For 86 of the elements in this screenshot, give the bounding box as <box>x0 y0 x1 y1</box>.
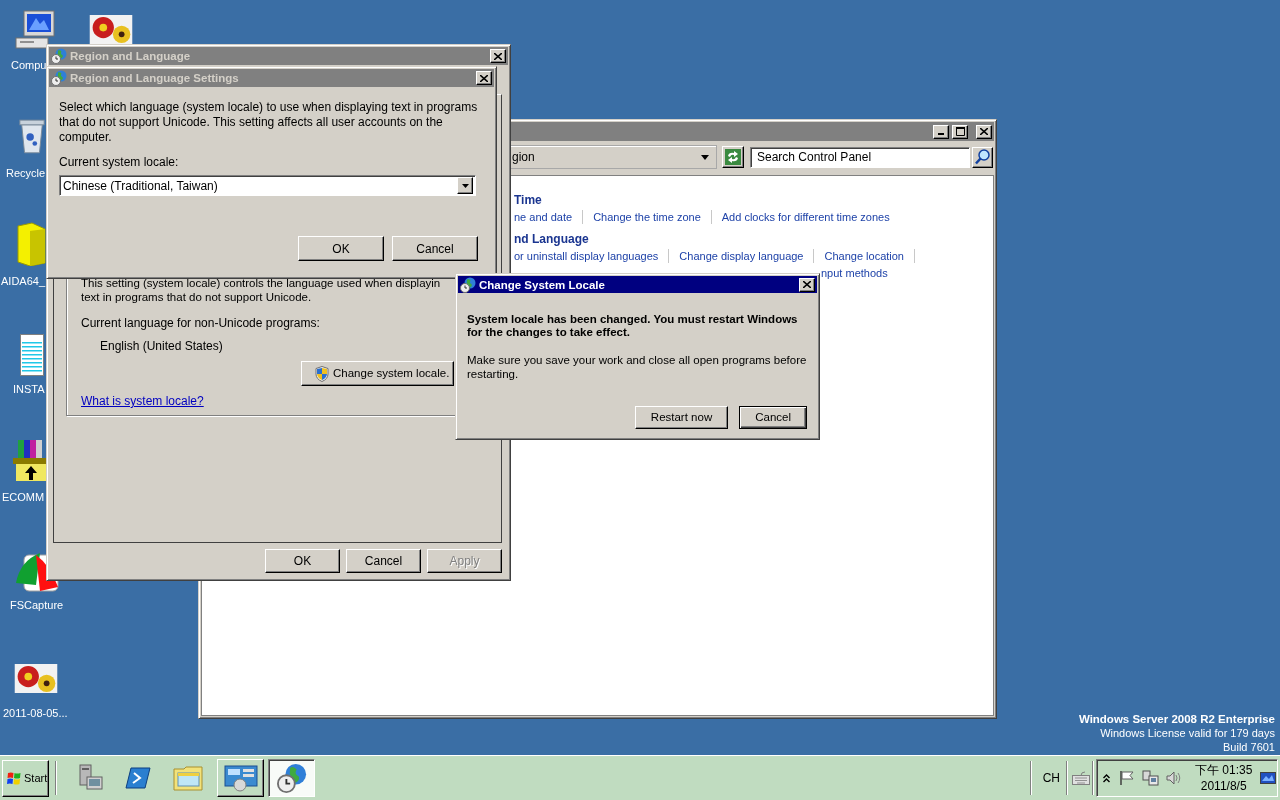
task-link[interactable]: or uninstall display languages <box>514 249 659 263</box>
close-button[interactable] <box>799 277 815 292</box>
close-button[interactable] <box>476 71 492 85</box>
description-text: This setting (system locale) controls the language used when displayin text in programs that do not support Unicode. <box>81 276 441 304</box>
globe-clock-icon <box>51 48 67 64</box>
computer-icon[interactable] <box>14 10 58 50</box>
flag-icon[interactable] <box>1119 770 1135 786</box>
refresh-icon <box>725 149 741 165</box>
task-link[interactable]: ne and date <box>514 210 573 224</box>
description-text: Select which language (system locale) to use when displaying text in programs that do not support Unicode. This setting affects all user accounts on the computer. <box>59 100 478 145</box>
refresh-button[interactable] <box>722 146 744 168</box>
network-icon[interactable] <box>1142 770 1159 786</box>
desktop-icon-label[interactable]: Compu <box>11 58 47 72</box>
task-link[interactable]: Change display language <box>679 249 804 263</box>
control-panel-icon <box>223 764 258 792</box>
taskbar-button[interactable] <box>268 759 315 797</box>
task-link[interactable]: Change location <box>824 249 904 263</box>
search-icon <box>974 149 991 165</box>
locale-dropdown[interactable]: Chinese (Traditional, Taiwan) <box>59 175 476 196</box>
minimize-button[interactable] <box>933 124 949 139</box>
help-link[interactable]: What is system locale? <box>81 394 204 409</box>
desktop-icon-label[interactable]: ECOMM <box>2 490 45 504</box>
license-text: Windows License valid for 179 days <box>1100 726 1275 740</box>
breadcrumb-link[interactable]: gion <box>512 149 535 165</box>
window-title: Change System Locale <box>479 277 605 292</box>
globe-clock-icon <box>460 276 476 293</box>
category-heading[interactable]: Time <box>514 193 542 208</box>
folder-icon[interactable] <box>16 222 46 266</box>
search-field[interactable]: Search Control Panel <box>750 146 970 168</box>
build-text: Build 7601 <box>1223 740 1275 754</box>
task-link[interactable]: Change the time zone <box>593 210 701 224</box>
clock-time: 下午 01:35 <box>1195 762 1253 778</box>
dialog-button[interactable]: Restart now <box>634 406 729 429</box>
chevron-up-icon[interactable] <box>1103 773 1110 783</box>
show-desktop-icon[interactable] <box>1260 770 1276 786</box>
field-value: English (United States) <box>100 339 223 354</box>
task-link[interactable]: nput methods <box>821 266 888 280</box>
field-label: Current language for non-Unicode programs: <box>81 316 320 331</box>
dialog-button[interactable]: OK <box>265 549 340 573</box>
dialog-button[interactable]: OK <box>298 236 384 261</box>
globe-clock-icon <box>276 763 307 793</box>
search-button[interactable] <box>972 146 993 168</box>
close-button[interactable] <box>976 124 992 139</box>
desktop-icon-label[interactable]: Recycle <box>6 166 46 180</box>
window-title: Region and Language Settings <box>70 71 239 85</box>
maximize-button[interactable] <box>952 124 968 139</box>
four-pane-flag-icon <box>7 771 21 785</box>
change-locale-button[interactable]: Change system locale. <box>301 361 454 386</box>
flower-image-icon[interactable] <box>89 15 133 44</box>
books-box-icon[interactable] <box>12 438 46 482</box>
maximize-icon <box>955 127 965 136</box>
message-text: System locale has been changed. You must restart Windows for the changes to take effect. <box>467 313 798 339</box>
desktop-icon-label[interactable]: FSCapture <box>10 598 64 612</box>
keyboard-icon[interactable] <box>1072 771 1090 785</box>
shield-icon <box>315 365 329 382</box>
dropdown-arrow-button[interactable] <box>457 177 473 194</box>
flower-image-icon[interactable] <box>14 664 58 693</box>
close-icon <box>980 128 988 135</box>
server-computer-icon[interactable] <box>77 764 103 792</box>
edition-text: Windows Server 2008 R2 Enterprise <box>1078 712 1275 726</box>
speaker-icon[interactable] <box>1166 770 1182 786</box>
terminal-icon[interactable] <box>125 767 151 789</box>
category-heading[interactable]: nd Language <box>514 232 589 247</box>
desktop-icon-label[interactable]: INSTA <box>13 382 45 396</box>
clock-date: 2011/8/5 <box>1200 778 1247 794</box>
minimize-icon <box>938 132 944 135</box>
close-icon <box>803 281 811 288</box>
dialog-button[interactable]: Cancel <box>346 549 421 573</box>
caret-icon[interactable] <box>701 154 709 160</box>
close-icon <box>480 74 488 82</box>
desktop-icon-label[interactable]: 2011-08-05... <box>3 706 68 720</box>
note-text: Make sure you save your work and close all open programs before restarting. <box>467 353 807 381</box>
desktop-icon-label[interactable]: AIDA64_ <box>1 274 46 288</box>
lined-page-icon[interactable] <box>20 334 44 376</box>
dialog-button[interactable]: Cancel <box>739 406 807 429</box>
window-title: Region and Language <box>70 49 191 63</box>
field-label: Current system locale: <box>59 155 179 170</box>
caret-icon <box>461 183 469 188</box>
close-button[interactable] <box>490 49 506 63</box>
close-icon <box>494 52 502 60</box>
task-link[interactable]: Add clocks for different time zones <box>721 210 890 224</box>
dialog-button[interactable]: Cancel <box>392 236 478 261</box>
language-indicator[interactable]: CH <box>1042 771 1060 785</box>
globe-clock-icon <box>51 70 67 86</box>
trash-bin-icon[interactable] <box>18 116 46 156</box>
start-button[interactable]: Start <box>2 759 49 797</box>
